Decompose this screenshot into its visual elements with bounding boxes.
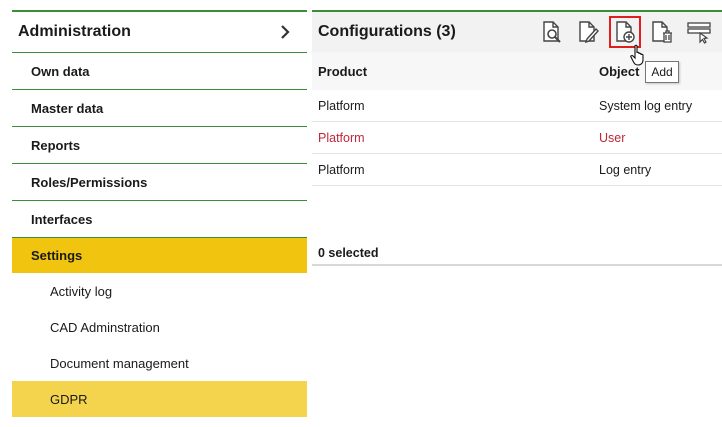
sidebar-item-label: Reports <box>31 137 81 153</box>
view-document-icon <box>543 21 561 43</box>
view-document-button[interactable] <box>537 18 565 46</box>
sidebar-item-settings[interactable]: Settings <box>12 237 307 273</box>
sidebar: Administration Own data Master data Repo… <box>12 10 307 417</box>
add-document-button[interactable] <box>609 16 641 48</box>
cell-product: Platform <box>318 130 365 145</box>
sidebar-title: Administration <box>18 23 131 40</box>
sidebar-item-interfaces[interactable]: Interfaces <box>12 200 307 237</box>
sidebar-item-roles-permissions[interactable]: Roles/Permissions <box>12 163 307 200</box>
sidebar-subitem-label: GDPR <box>50 391 88 407</box>
sidebar-item-label: Interfaces <box>31 211 93 227</box>
edit-document-button[interactable] <box>574 18 602 46</box>
table-row[interactable]: Platform System log entry <box>312 90 722 122</box>
tooltip: Add <box>645 61 679 83</box>
sidebar-subitem-label: CAD Adminstration <box>50 319 160 335</box>
configurations-panel: Configurations (3) Product Object Platfo… <box>312 10 722 266</box>
cell-product: Platform <box>318 98 365 113</box>
selection-status: 0 selected <box>312 242 722 266</box>
delete-document-button[interactable] <box>648 18 676 46</box>
sidebar-subitem-label: Activity log <box>50 283 113 299</box>
sidebar-item-label: Master data <box>31 100 104 116</box>
chevron-right-icon[interactable] <box>279 23 293 41</box>
add-document-icon <box>616 21 635 43</box>
table-row[interactable]: Platform User <box>312 122 722 154</box>
sidebar-subitem-cad-administration[interactable]: CAD Adminstration <box>12 309 307 345</box>
sidebar-item-label: Roles/Permissions <box>31 174 148 190</box>
edit-document-icon <box>579 21 599 44</box>
cell-product: Platform <box>318 162 365 177</box>
table-row[interactable]: Platform Log entry <box>312 154 722 186</box>
toolbar: Configurations (3) <box>312 10 722 52</box>
hand-cursor-icon <box>630 44 644 66</box>
sidebar-item-master-data[interactable]: Master data <box>12 89 307 126</box>
select-rows-icon <box>687 22 711 44</box>
page-title: Configurations (3) <box>318 23 456 40</box>
tooltip-label: Add <box>651 65 673 79</box>
sidebar-subitem-document-management[interactable]: Document management <box>12 345 307 381</box>
selection-count: 0 selected <box>318 246 379 260</box>
cell-object: Log entry <box>599 162 652 177</box>
column-header-product[interactable]: Product <box>312 64 593 79</box>
sidebar-item-label: Own data <box>31 63 90 79</box>
sidebar-subitem-label: Document management <box>50 355 189 371</box>
sidebar-subitem-gdpr[interactable]: GDPR <box>12 381 307 417</box>
sidebar-header[interactable]: Administration <box>12 10 307 52</box>
delete-document-icon <box>652 21 672 43</box>
cell-object: System log entry <box>599 98 693 113</box>
sidebar-item-reports[interactable]: Reports <box>12 126 307 163</box>
cell-object: User <box>599 130 626 145</box>
select-rows-button[interactable] <box>685 18 713 46</box>
sidebar-subitem-activity-log[interactable]: Activity log <box>12 273 307 309</box>
sidebar-item-label: Settings <box>31 248 83 263</box>
sidebar-item-own-data[interactable]: Own data <box>12 52 307 89</box>
